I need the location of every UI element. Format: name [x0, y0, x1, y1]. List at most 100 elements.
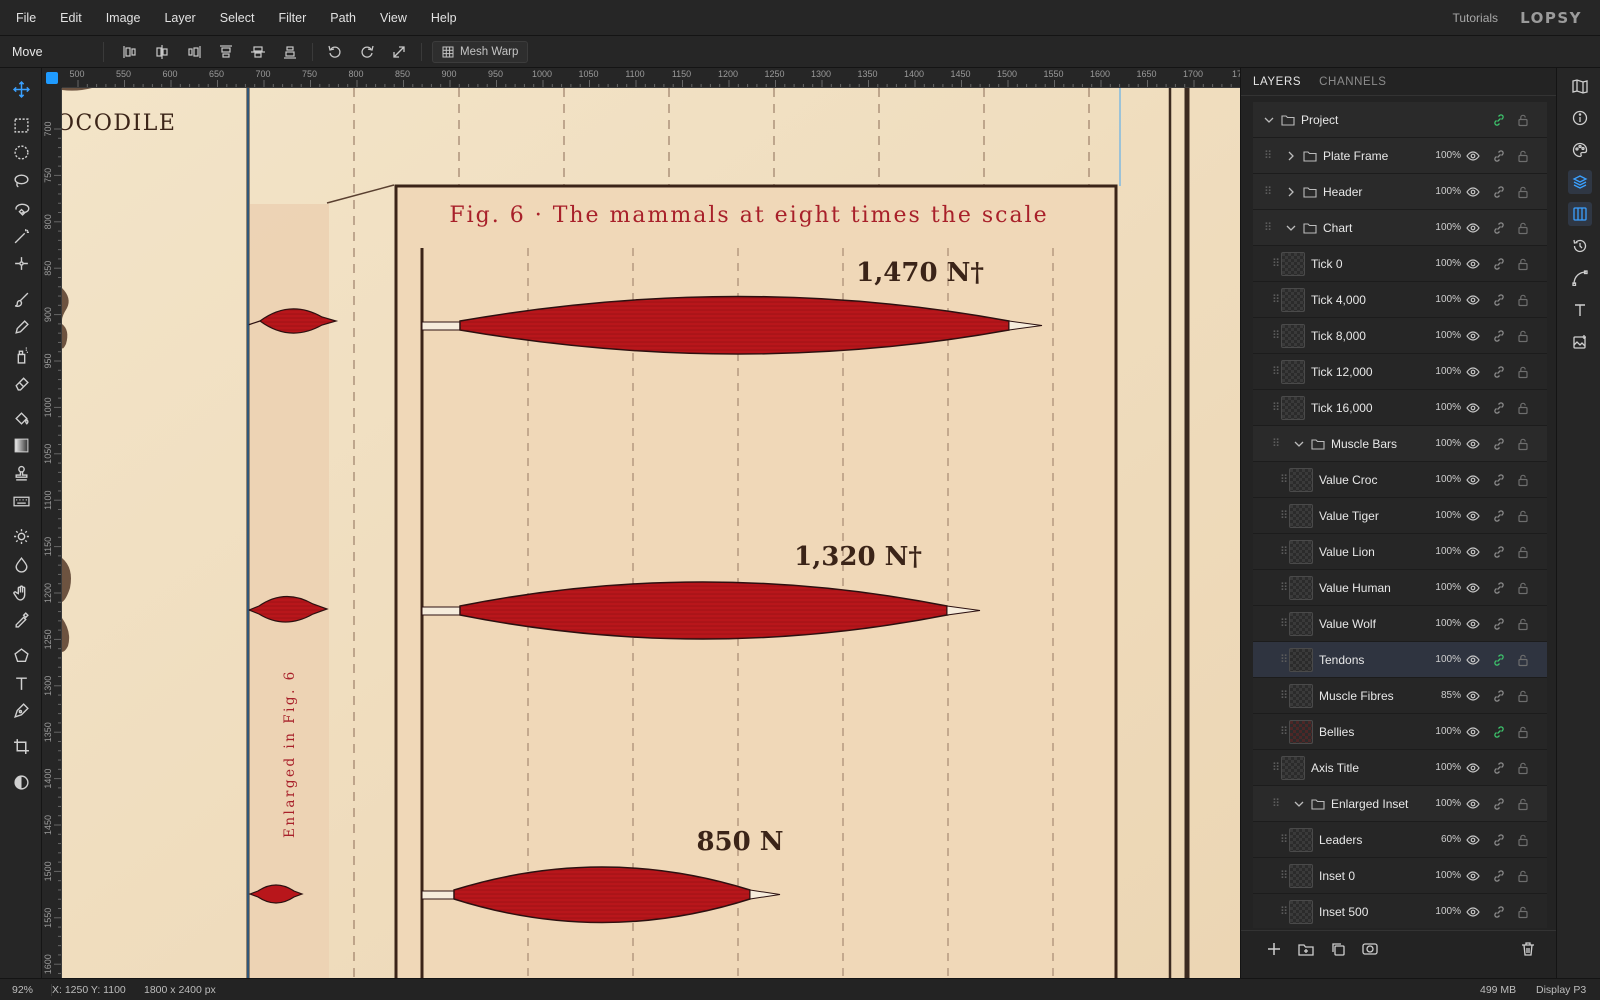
- layer-opacity[interactable]: 100%: [1421, 150, 1461, 161]
- lock-icon[interactable]: [1516, 869, 1530, 883]
- eye-icon[interactable]: [1466, 761, 1480, 775]
- layer-opacity[interactable]: 100%: [1421, 258, 1461, 269]
- link-icon[interactable]: [1492, 833, 1506, 847]
- eye-icon[interactable]: [1466, 473, 1480, 487]
- layer-row[interactable]: ⠿ Tendons 100%: [1253, 642, 1547, 678]
- scale-button[interactable]: [383, 36, 415, 68]
- menu-path[interactable]: Path: [318, 0, 368, 36]
- lock-icon[interactable]: [1516, 401, 1530, 415]
- swatches-button[interactable]: [1568, 138, 1592, 162]
- eye-icon[interactable]: [1466, 293, 1480, 307]
- tutorials-link[interactable]: Tutorials: [1452, 11, 1498, 25]
- menu-select[interactable]: Select: [208, 0, 267, 36]
- layer-mask-icon[interactable]: [1361, 940, 1379, 958]
- vertical-ruler[interactable]: 700 750 800 850 900 950 1000 1050 1100 1150 1200 12…: [42, 88, 62, 978]
- eye-icon[interactable]: [1466, 329, 1480, 343]
- layer-opacity[interactable]: 100%: [1421, 186, 1461, 197]
- text-tool[interactable]: [6, 670, 36, 696]
- lock-icon[interactable]: [1516, 185, 1530, 199]
- character-button[interactable]: [1568, 298, 1592, 322]
- chevron-right-icon[interactable]: [1285, 186, 1297, 198]
- link-icon[interactable]: [1492, 689, 1506, 703]
- lock-icon[interactable]: [1516, 437, 1530, 451]
- drag-handle-icon[interactable]: ⠿: [1279, 618, 1289, 630]
- align-middle-button[interactable]: [242, 36, 274, 68]
- lock-icon[interactable]: [1516, 293, 1530, 307]
- move-tool[interactable]: [6, 76, 36, 102]
- lock-icon[interactable]: [1516, 545, 1530, 559]
- drag-handle-icon[interactable]: ⠿: [1271, 366, 1281, 378]
- delete-layer-icon[interactable]: [1519, 940, 1537, 958]
- layer-opacity[interactable]: 100%: [1421, 582, 1461, 593]
- drag-handle-icon[interactable]: ⠿: [1279, 474, 1289, 486]
- brush-tool[interactable]: [6, 286, 36, 312]
- quick-select-tool[interactable]: [6, 250, 36, 276]
- hand-tool[interactable]: [6, 579, 36, 605]
- layer-opacity[interactable]: 100%: [1421, 222, 1461, 233]
- tab-layers[interactable]: LAYERS: [1253, 76, 1301, 88]
- eye-icon[interactable]: [1466, 797, 1480, 811]
- link-icon[interactable]: [1492, 401, 1506, 415]
- layer-row[interactable]: ⠿ Inset 500 100%: [1253, 894, 1547, 928]
- menu-filter[interactable]: Filter: [266, 0, 318, 36]
- menu-view[interactable]: View: [368, 0, 419, 36]
- link-icon[interactable]: [1492, 221, 1506, 235]
- link-icon[interactable]: [1492, 581, 1506, 595]
- eye-icon[interactable]: [1466, 257, 1480, 271]
- link-icon[interactable]: [1492, 905, 1506, 919]
- eye-icon[interactable]: [1466, 545, 1480, 559]
- drag-handle-icon[interactable]: ⠿: [1279, 906, 1289, 918]
- eye-icon[interactable]: [1466, 509, 1480, 523]
- link-icon[interactable]: [1492, 329, 1506, 343]
- layer-row[interactable]: ⠿ Header 100%: [1253, 174, 1547, 210]
- align-bottom-button[interactable]: [274, 36, 306, 68]
- layer-row[interactable]: ⠿ Value Croc 100%: [1253, 462, 1547, 498]
- layer-opacity[interactable]: 100%: [1421, 402, 1461, 413]
- layer-row[interactable]: ⠿ Value Lion 100%: [1253, 534, 1547, 570]
- chevron-right-icon[interactable]: [1285, 150, 1297, 162]
- eye-icon[interactable]: [1466, 401, 1480, 415]
- eye-icon[interactable]: [1466, 581, 1480, 595]
- link-icon[interactable]: [1492, 113, 1506, 127]
- layer-opacity[interactable]: 100%: [1421, 654, 1461, 665]
- eye-icon[interactable]: [1466, 365, 1480, 379]
- layer-row[interactable]: ⠿ Tick 0 100%: [1253, 246, 1547, 282]
- drag-handle-icon[interactable]: ⠿: [1279, 726, 1289, 738]
- layer-opacity[interactable]: 100%: [1421, 618, 1461, 629]
- eye-icon[interactable]: [1466, 725, 1480, 739]
- eye-icon[interactable]: [1466, 437, 1480, 451]
- chevron-down-icon[interactable]: [1263, 114, 1275, 126]
- link-icon[interactable]: [1492, 725, 1506, 739]
- drag-handle-icon[interactable]: ⠿: [1279, 690, 1289, 702]
- lock-icon[interactable]: [1516, 509, 1530, 523]
- layer-opacity[interactable]: 100%: [1421, 726, 1461, 737]
- ruler-corner[interactable]: [42, 68, 62, 88]
- pen-tool[interactable]: [6, 697, 36, 723]
- spray-tool[interactable]: [6, 342, 36, 368]
- rect-select-tool[interactable]: [6, 112, 36, 138]
- layer-row[interactable]: ⠿ Tick 12,000 100%: [1253, 354, 1547, 390]
- polygon-tool[interactable]: [6, 642, 36, 668]
- layer-opacity[interactable]: 85%: [1421, 690, 1461, 701]
- stamp-tool[interactable]: [6, 460, 36, 486]
- lasso-tool[interactable]: [6, 167, 36, 193]
- layer-row[interactable]: ⠿ Tick 4,000 100%: [1253, 282, 1547, 318]
- mesh-warp-button[interactable]: Mesh Warp: [432, 40, 529, 63]
- link-icon[interactable]: [1492, 185, 1506, 199]
- lock-icon[interactable]: [1516, 833, 1530, 847]
- layer-opacity[interactable]: 100%: [1421, 294, 1461, 305]
- duplicate-layer-icon[interactable]: [1329, 940, 1347, 958]
- layer-opacity[interactable]: 60%: [1421, 834, 1461, 845]
- eye-icon[interactable]: [1466, 869, 1480, 883]
- align-left-button[interactable]: [114, 36, 146, 68]
- drag-handle-icon[interactable]: ⠿: [1279, 582, 1289, 594]
- layer-row[interactable]: ⠿ Value Human 100%: [1253, 570, 1547, 606]
- layer-opacity[interactable]: 100%: [1421, 366, 1461, 377]
- magic-wand-tool[interactable]: [6, 223, 36, 249]
- layer-row[interactable]: ⠿ Muscle Fibres 85%: [1253, 678, 1547, 714]
- info-button[interactable]: [1568, 106, 1592, 130]
- layer-row[interactable]: ⠿ Value Wolf 100%: [1253, 606, 1547, 642]
- drag-handle-icon[interactable]: ⠿: [1271, 294, 1281, 306]
- link-icon[interactable]: [1492, 257, 1506, 271]
- drag-handle-icon[interactable]: ⠿: [1271, 258, 1281, 270]
